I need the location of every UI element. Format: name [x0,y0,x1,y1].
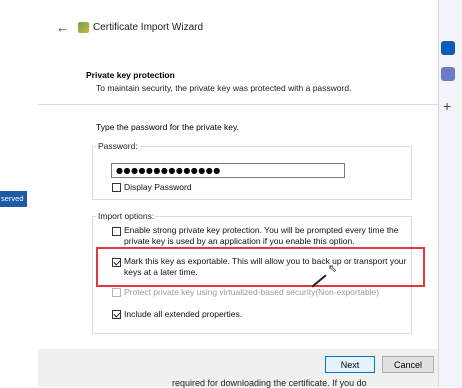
display-password-label: Display Password [124,182,192,192]
extended-properties-checkbox[interactable] [112,310,121,319]
wizard-title: Certificate Import Wizard [93,22,204,33]
cancel-button[interactable]: Cancel [382,356,434,373]
background-badge: served [0,191,27,207]
right-side-panel [438,0,462,387]
import-options-label: Import options: [96,211,157,221]
section-description: To maintain security, the private key wa… [96,83,352,93]
vbs-protection-label: Protect private key using virtualized-ba… [124,287,380,297]
mouse-cursor-icon: ⇖ [328,263,338,275]
app-icon[interactable] [441,67,455,81]
vbs-protection-checkbox [112,288,121,297]
highlight-annotation [96,247,425,287]
display-password-checkbox[interactable] [112,183,121,192]
password-prompt: Type the password for the private key. [96,122,239,132]
password-input[interactable]: ●●●●●●●●●●●●●● [111,163,345,178]
back-arrow-icon[interactable]: ← [56,20,69,35]
password-label: Password: [96,141,140,151]
section-title: Private key protection [86,70,175,80]
strong-protection-label: Enable strong private key protection. Yo… [124,225,399,246]
header-divider [38,104,438,105]
next-button[interactable]: Next [325,356,375,373]
outlook-icon[interactable] [441,41,455,55]
strong-protection-checkbox[interactable] [112,227,121,236]
add-icon[interactable]: + [443,98,451,114]
certificate-icon [78,22,89,33]
extended-properties-label: Include all extended properties. [124,309,243,319]
